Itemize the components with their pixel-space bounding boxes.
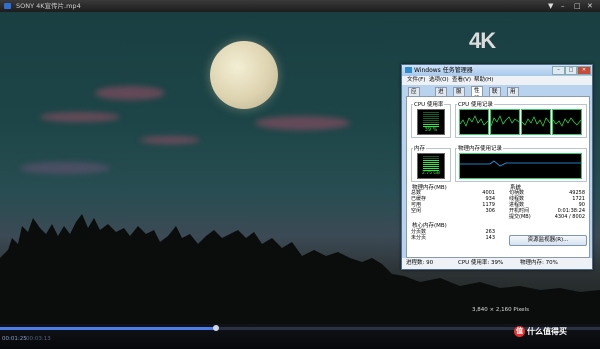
player-minimize-button[interactable]: –: [561, 0, 565, 12]
watermark-text: 什么值得买: [527, 327, 567, 336]
status-cpu: CPU 使用率: 39%: [458, 260, 504, 266]
player-title-bar[interactable]: SONY 4K宣传片.mp4 ▼ – □ ✕: [0, 0, 600, 12]
tm-maximize-button[interactable]: □: [565, 66, 577, 75]
task-manager-icon: [405, 67, 412, 73]
watermark-logo: 值什么值得买: [514, 326, 567, 337]
stat-value: 306: [485, 208, 495, 214]
player-control-bar: 00:01:25 00:03:13: [0, 324, 600, 349]
cpu-core-graph: [521, 109, 551, 135]
tm-menu-bar: 文件(F) 选项(O) 查看(V) 帮助(H): [402, 76, 592, 85]
memory-meter: 2.75 GB: [417, 153, 445, 179]
cpu-usage-label: CPU 使用率: [413, 100, 445, 108]
kernel-memory-title: 核心内存(MB): [411, 221, 448, 229]
task-manager-window: Windows 任务管理器 – □ ✕ 文件(F) 选项(O) 查看(V) 帮助…: [401, 64, 593, 270]
menu-view[interactable]: 查看(V): [452, 76, 471, 85]
stat-label: 提交(MB): [509, 214, 531, 220]
cpu-history-label: CPU 使用记录: [457, 100, 494, 108]
tab-networking[interactable]: 联网: [489, 87, 501, 103]
menu-file[interactable]: 文件(F): [407, 76, 425, 85]
seek-progress: [0, 327, 216, 330]
4k-badge: 4K: [469, 28, 496, 53]
tab-users[interactable]: 用户: [507, 87, 519, 103]
memory-label: 内存: [413, 144, 427, 152]
memory-history-graph: [459, 153, 582, 179]
menu-help[interactable]: 帮助(H): [474, 76, 493, 85]
task-manager-title-bar[interactable]: Windows 任务管理器 – □ ✕: [402, 65, 592, 76]
total-time: 00:03:13: [26, 336, 51, 342]
resource-monitor-button[interactable]: 资源监视器(R)...: [509, 235, 587, 246]
status-processes: 进程数: 90: [406, 260, 434, 266]
memory-history-label: 物理内存使用记录: [457, 144, 504, 152]
resolution-label: 3,840 × 2,160 Pixels: [472, 307, 529, 313]
tm-minimize-button[interactable]: –: [552, 66, 565, 75]
current-time: 00:01:25: [2, 336, 27, 342]
performance-panel: CPU 使用率 39 % CPU 使用记录 内存 2.75 GB 物理内存使用记…: [406, 96, 590, 258]
tm-status-bar: 进程数: 90 CPU 使用率: 39% 物理内存: 70%: [402, 258, 592, 269]
stat-label: 空闲: [411, 208, 422, 214]
task-manager-title: Windows 任务管理器: [414, 67, 473, 74]
stat-row: 未分页 143: [411, 235, 495, 241]
seek-handle[interactable]: [213, 325, 219, 331]
player-title: SONY 4K宣传片.mp4: [16, 2, 81, 10]
watermark-icon: 值: [514, 326, 525, 337]
stat-value: 143: [485, 235, 495, 241]
player-close-button[interactable]: ✕: [587, 0, 593, 12]
tab-applications[interactable]: 应用程序: [408, 87, 420, 119]
cpu-core-graph: [490, 109, 520, 135]
cpu-core-graph: [459, 109, 489, 135]
stat-value: 4304 / 8002: [554, 214, 585, 220]
tab-processes[interactable]: 进程: [435, 87, 447, 103]
menu-options[interactable]: 选项(O): [429, 76, 449, 85]
stat-row: 空闲 306: [411, 208, 495, 214]
tm-close-button[interactable]: ✕: [577, 66, 591, 75]
memory-value: 2.75 GB: [421, 171, 441, 176]
cpu-usage-meter: 39 %: [417, 109, 445, 135]
player-app-icon: [4, 3, 11, 9]
stat-row: 提交(MB) 4304 / 8002: [509, 214, 585, 220]
cpu-core-graph: [552, 109, 582, 135]
player-maximize-button[interactable]: □: [574, 0, 581, 12]
status-memory: 物理内存: 70%: [520, 260, 558, 266]
cpu-usage-value: 39 %: [424, 127, 438, 133]
stat-label: 未分页: [411, 235, 427, 241]
player-menu-button[interactable]: ▼: [548, 0, 553, 12]
tab-services[interactable]: 服务: [453, 87, 465, 103]
